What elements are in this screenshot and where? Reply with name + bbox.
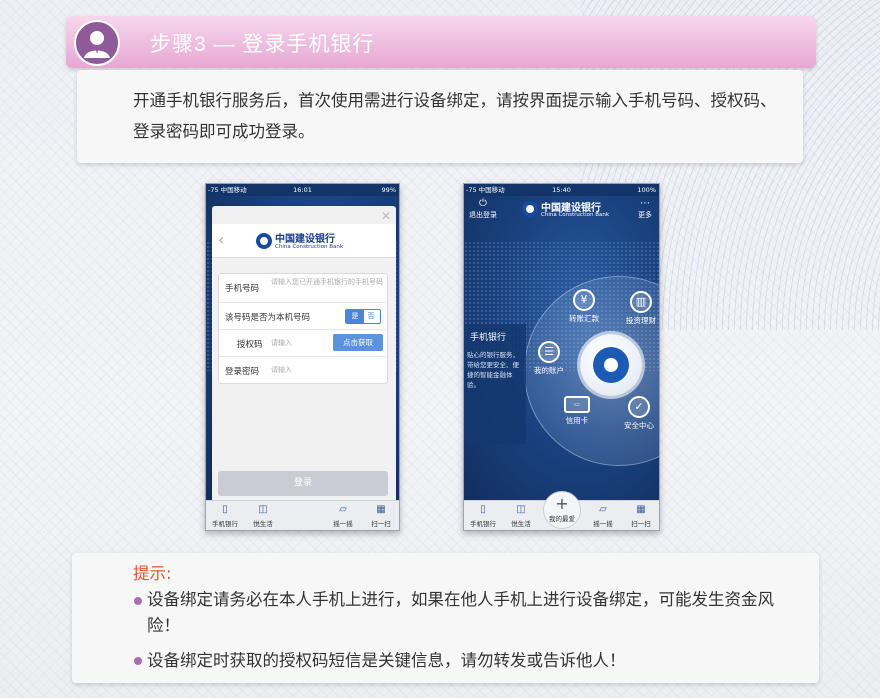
- tab-life[interactable]: ◫ 悦生活: [502, 501, 540, 530]
- shake-icon: ▱: [599, 504, 607, 515]
- status-bar: -75 中国移动 16:01 99%: [206, 184, 399, 196]
- credit-card-icon: ▭: [564, 396, 590, 413]
- back-icon[interactable]: ‹: [218, 230, 224, 249]
- password-input[interactable]: 请输入: [271, 366, 383, 375]
- power-icon: ⏻: [479, 198, 487, 209]
- shield-icon: ✓: [628, 396, 650, 418]
- tab-mobile-bank[interactable]: ▯ 手机银行: [464, 501, 502, 530]
- bank-name-en: China Construction Bank: [275, 244, 344, 250]
- account-label: 我的账户: [534, 366, 564, 375]
- credit-label: 信用卡: [565, 416, 589, 425]
- cart-icon: ◫: [258, 504, 268, 515]
- tips-title: 提示:: [133, 564, 172, 583]
- ccb-logo-icon: [256, 233, 272, 249]
- more-icon: ⋯: [640, 198, 650, 209]
- app-topbar: ⏻ 退出登录 中国建设银行 China Construction Bank ⋯ …: [464, 196, 659, 222]
- tab-scan[interactable]: ▦ 扫一扫: [362, 501, 399, 530]
- phone-icon: ▯: [480, 504, 486, 515]
- phone-label: 手机号码: [225, 284, 260, 294]
- tab-shake[interactable]: ▱ 摇一摇: [324, 501, 362, 530]
- own-number-label: 该号码是否为本机号码: [225, 313, 311, 323]
- tab-label: 摇一摇: [593, 520, 613, 528]
- tab-mobile-bank[interactable]: ▯ 手机银行: [206, 501, 244, 530]
- phone-icon: ▯: [222, 504, 228, 515]
- scan-icon: ▦: [636, 504, 646, 515]
- auth-code-row: 授权码 请输入 点击获取: [219, 330, 387, 357]
- battery-text: 99%: [381, 186, 396, 194]
- bank-name-en: China Construction Bank: [541, 212, 610, 218]
- tab-life[interactable]: ◫ 悦生活: [244, 501, 282, 530]
- status-time: 16:01: [293, 186, 312, 194]
- own-number-row: 该号码是否为本机号码 是 否: [219, 303, 387, 330]
- tab-scan[interactable]: ▦ 扫一扫: [622, 501, 659, 530]
- ccb-logo-icon: [522, 201, 538, 217]
- intro-side-panel: 手机银行 贴心的银行服务，带给您更安全、便捷的智能金融体验。: [464, 324, 526, 444]
- tab-label: 扫一扫: [631, 520, 651, 528]
- password-label: 登录密码: [225, 367, 260, 377]
- side-title: 手机银行: [470, 333, 507, 343]
- close-icon[interactable]: ✕: [380, 210, 392, 222]
- logout-button[interactable]: ⏻ 退出登录: [466, 198, 500, 220]
- login-button[interactable]: 登录: [218, 471, 388, 496]
- toggle-no[interactable]: 否: [362, 310, 380, 323]
- step-title: 步骤3 — 登录手机银行: [150, 33, 375, 56]
- tab-label: 悦生活: [253, 520, 273, 528]
- invest-item[interactable]: ▥ 投资理财: [616, 291, 659, 326]
- plus-icon: +: [555, 494, 569, 513]
- tab-favorites[interactable]: + 我的最爱: [543, 491, 581, 529]
- tab-shake[interactable]: ▱ 摇一摇: [584, 501, 622, 530]
- credit-item[interactable]: ▭ 信用卡: [552, 396, 602, 426]
- auth-code-label: 授权码: [237, 340, 263, 350]
- tab-bar: ▯ 手机银行 ◫ 悦生活 + 我的最爱 ▱ 摇一摇 ▦ 扫一扫: [464, 491, 659, 530]
- cart-icon: ◫: [516, 504, 526, 515]
- tab-label: 我的最爱: [549, 515, 575, 523]
- bank-name-cn: 中国建设银行: [275, 234, 335, 245]
- user-avatar-icon: [74, 20, 120, 66]
- tip-item: 设备绑定时获取的授权码短信是关键信息，请勿转发或告诉他人！: [147, 651, 626, 670]
- ccb-center-logo-icon[interactable]: [580, 334, 642, 396]
- transfer-item[interactable]: ¥ 转账汇款: [559, 289, 609, 324]
- tab-label: 悦生活: [511, 520, 531, 528]
- invest-label: 投资理财: [626, 316, 656, 325]
- side-description: 贴心的银行服务，带给您更安全、便捷的智能金融体验。: [467, 351, 519, 389]
- transfer-label: 转账汇款: [569, 314, 599, 323]
- intro-text: 开通手机银行服务后，首次使用需进行设备绑定，请按界面提示输入手机号码、授权码、登…: [133, 91, 777, 141]
- account-book-icon: ☰: [538, 341, 560, 363]
- tab-label: 摇一摇: [333, 520, 353, 528]
- device-binding-modal: ✕ ‹ 中国建设银行 China Construction Bank 手机号码 …: [212, 206, 396, 508]
- get-code-button[interactable]: 点击获取: [333, 334, 383, 351]
- status-bar: -75 中国移动 15:40 100%: [464, 184, 659, 196]
- status-time: 15:40: [552, 186, 571, 194]
- more-button[interactable]: ⋯ 更多: [633, 198, 657, 220]
- security-label: 安全中心: [624, 421, 654, 430]
- password-row: 登录密码 请输入: [219, 357, 387, 384]
- tab-label: 手机银行: [470, 520, 496, 528]
- tab-bar: ▯ 手机银行 ◫ 悦生活 ▱ 摇一摇 ▦ 扫一扫: [206, 500, 399, 530]
- tab-label: 手机银行: [212, 520, 238, 528]
- modal-header: ‹ 中国建设银行 China Construction Bank: [212, 224, 396, 258]
- more-label: 更多: [638, 211, 652, 219]
- tip-item: 设备绑定请务必在本人手机上进行，如果在他人手机上进行设备绑定，可能发生资金风险！: [147, 590, 774, 635]
- shake-icon: ▱: [339, 504, 347, 515]
- phone-screenshot-home: -75 中国移动 15:40 100% ⏻ 退出登录 中国建设银行 China …: [463, 183, 660, 531]
- phone-input[interactable]: 请输入您已开通手机银行的手机号码: [271, 278, 383, 287]
- phone-row: 手机号码 请输入您已开通手机银行的手机号码: [219, 274, 387, 303]
- tab-label: 扫一扫: [371, 520, 391, 528]
- phone-screenshot-login: -75 中国移动 16:01 99% ✕ ‹ 中国建设银行 China Cons…: [205, 183, 400, 531]
- own-number-toggle[interactable]: 是 否: [345, 309, 381, 324]
- scan-icon: ▦: [376, 504, 386, 515]
- account-item[interactable]: ☰ 我的账户: [524, 341, 574, 376]
- binding-form: 手机号码 请输入您已开通手机银行的手机号码 该号码是否为本机号码 是 否 授权码…: [218, 273, 388, 384]
- security-item[interactable]: ✓ 安全中心: [614, 396, 659, 431]
- battery-text: 100%: [637, 186, 656, 194]
- yuan-icon: ¥: [573, 289, 595, 311]
- chart-icon: ▥: [630, 291, 652, 313]
- logout-label: 退出登录: [469, 211, 497, 219]
